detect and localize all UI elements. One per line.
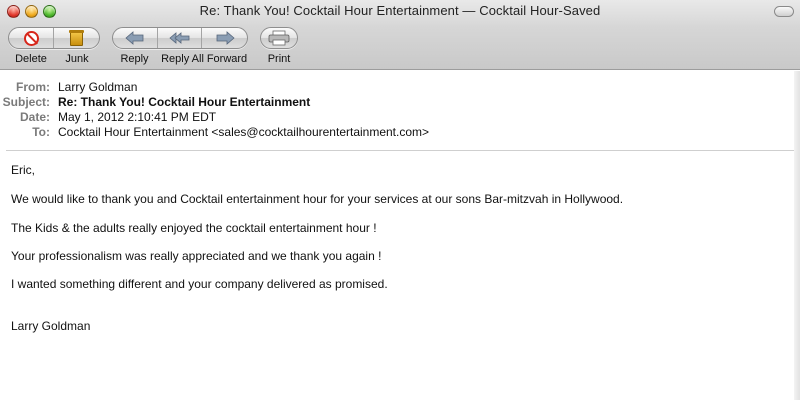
reply-all-button[interactable]: [158, 28, 203, 48]
to-label: To:: [32, 125, 50, 139]
date-value: May 1, 2012 2:10:41 PM EDT: [58, 110, 217, 124]
message-line: Your professionalism was really apprecia…: [11, 249, 382, 263]
from-label: From:: [16, 80, 50, 94]
forward-button[interactable]: [202, 28, 247, 48]
message-line: I wanted something different and your co…: [11, 277, 388, 291]
window-title: Re: Thank You! Cocktail Hour Entertainme…: [199, 3, 601, 18]
reply-all-label[interactable]: Reply All: [155, 53, 210, 65]
toolbar-toggle-button[interactable]: [774, 6, 794, 17]
date-label: Date:: [19, 110, 50, 124]
delete-label[interactable]: Delete: [8, 53, 54, 65]
window-right-edge: [794, 71, 800, 400]
message-signature: Larry Goldman: [11, 319, 91, 333]
delete-junk-group: [8, 27, 100, 49]
message-line: We would like to thank you and Cocktail …: [11, 192, 624, 206]
arrow-right-icon: [214, 31, 236, 45]
forward-label[interactable]: Forward: [204, 53, 250, 65]
window-toolbar: Re: Thank You! Cocktail Hour Entertainme…: [0, 0, 800, 70]
delete-button[interactable]: [9, 28, 55, 48]
no-entry-icon: [23, 30, 39, 46]
message-line: The Kids & the adults really enjoyed the…: [11, 221, 377, 235]
reply-group: [112, 27, 248, 49]
double-arrow-left-icon: [168, 31, 191, 45]
junk-label[interactable]: Junk: [54, 53, 100, 65]
message-greeting: Eric,: [11, 163, 35, 177]
to-value[interactable]: Cocktail Hour Entertainment <sales@cockt…: [58, 125, 429, 139]
reply-label[interactable]: Reply: [112, 53, 157, 65]
from-value[interactable]: Larry Goldman: [58, 80, 137, 94]
trash-bag-icon: [69, 29, 84, 46]
mail-window: Re: Thank You! Cocktail Hour Entertainme…: [0, 0, 800, 400]
junk-button[interactable]: [54, 28, 99, 48]
arrow-left-icon: [124, 31, 146, 45]
print-button[interactable]: [261, 28, 297, 48]
reply-button[interactable]: [113, 28, 158, 48]
print-group: [260, 27, 298, 49]
header-divider: [6, 150, 794, 151]
printer-icon: [267, 30, 291, 46]
subject-label: Subject:: [2, 95, 50, 109]
print-label[interactable]: Print: [258, 53, 300, 65]
subject-value: Re: Thank You! Cocktail Hour Entertainme…: [58, 95, 311, 109]
